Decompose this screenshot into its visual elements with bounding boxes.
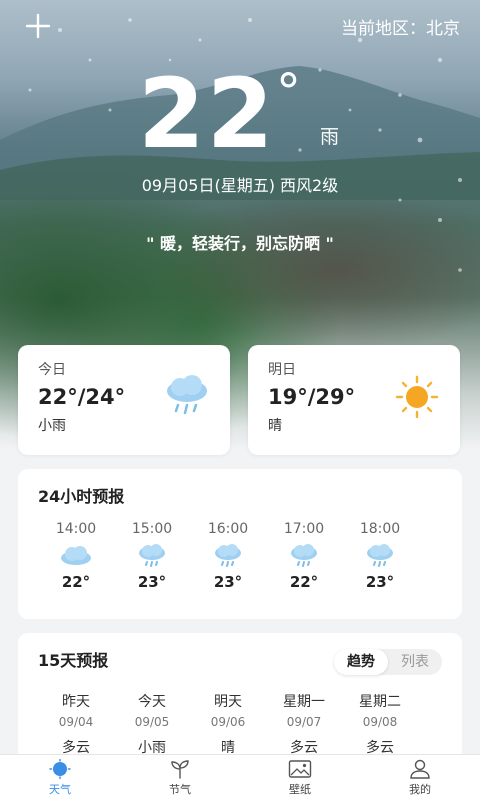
hourly-temp: 22°	[289, 573, 319, 591]
rain-cloud-icon	[215, 544, 241, 567]
nav-label: 节气	[169, 783, 191, 796]
tomorrow-condition: 晴	[268, 418, 282, 434]
hourly-time: 18:00	[359, 521, 401, 537]
hourly-time: 14:00	[55, 521, 97, 537]
nav-item-wallpaper[interactable]: 壁纸	[260, 759, 340, 797]
rain-drops-decoration	[28, 18, 462, 272]
fifteen-day-forecast-card: 15天预报 趋势 列表 昨天 09/04 多云 今天 09/05 小雨 明天 0…	[18, 633, 462, 763]
nav-label: 天气	[49, 783, 71, 796]
hourly-list[interactable]: 14:00 22° 15:00 23° 16:00 23° 17:00 22° …	[38, 521, 458, 611]
hourly-temp: 23°	[137, 573, 167, 591]
view-toggle: 趋势 列表	[334, 649, 442, 675]
hourly-time: 17:00	[283, 521, 325, 537]
today-temp-range: 22°/24°	[38, 385, 126, 409]
tomorrow-temp-range: 19°/29°	[268, 385, 356, 409]
today-card[interactable]: 今日 22°/24° 小雨	[18, 345, 230, 455]
nav-item-weather[interactable]: 天气	[20, 759, 100, 797]
image-icon	[288, 760, 312, 778]
day-date: 09/06	[210, 715, 246, 729]
hourly-item: 15:00 23°	[114, 521, 190, 591]
tomorrow-label: 明日	[268, 362, 296, 378]
nav-item-solar-terms[interactable]: 节气	[140, 759, 220, 797]
current-temperature: 22	[138, 58, 276, 170]
daily-item[interactable]: 星期一 09/07 多云	[266, 691, 342, 757]
sun-icon	[49, 759, 71, 779]
daily-item[interactable]: 明天 09/06 晴	[190, 691, 266, 757]
hourly-time: 16:00	[207, 521, 249, 537]
hourly-item: 14:00 22°	[38, 521, 114, 591]
today-label: 今日	[38, 362, 66, 378]
nav-label: 壁纸	[289, 783, 311, 796]
hourly-temp: 23°	[213, 573, 243, 591]
hourly-forecast-title: 24小时预报	[38, 487, 125, 506]
rain-cloud-icon	[291, 544, 317, 567]
day-name: 今天	[138, 694, 166, 710]
sprout-icon	[171, 760, 189, 779]
daily-item[interactable]: 星期二 09/08 多云	[342, 691, 418, 757]
degree-symbol: °	[276, 63, 301, 121]
hourly-item: 16:00 23°	[190, 521, 266, 591]
plus-icon[interactable]	[22, 10, 54, 42]
hourly-item: 18:00 23°	[342, 521, 418, 591]
day-date: 09/07	[286, 715, 322, 729]
day-name: 昨天	[62, 694, 90, 710]
daily-list[interactable]: 昨天 09/04 多云 今天 09/05 小雨 明天 09/06 晴 星期一 0…	[38, 691, 458, 761]
list-tab[interactable]: 列表	[388, 649, 442, 675]
cloud-icon	[61, 546, 91, 565]
rain-cloud-icon	[167, 375, 207, 415]
today-condition: 小雨	[38, 418, 66, 434]
fifteen-day-title: 15天预报	[38, 651, 109, 670]
day-name: 星期一	[283, 694, 325, 710]
nav-item-profile[interactable]: 我的	[380, 759, 460, 797]
current-region-label[interactable]: 当前地区：北京	[341, 14, 460, 39]
hourly-item: 17:00 22°	[266, 521, 342, 591]
bottom-navigation: 天气 节气 壁纸 我的	[0, 754, 480, 800]
hourly-temp: 23°	[365, 573, 395, 591]
trend-tab[interactable]: 趋势	[334, 649, 388, 675]
hourly-temp: 22°	[61, 573, 91, 591]
weather-tip: " 暖，轻装行，别忘防晒 "	[146, 234, 334, 253]
day-date: 09/05	[134, 715, 170, 729]
day-date: 09/08	[362, 715, 398, 729]
date-wind-line: 09月05日(星期五) 西风2级	[141, 176, 339, 195]
sun-icon	[395, 375, 439, 419]
tomorrow-card[interactable]: 明日 19°/29° 晴	[248, 345, 460, 455]
top-bar: 当前地区：北京	[0, 0, 480, 50]
hourly-time: 15:00	[131, 521, 173, 537]
day-name: 星期二	[359, 694, 401, 710]
daily-item[interactable]: 今天 09/05 小雨	[114, 691, 190, 757]
nav-label: 我的	[409, 783, 431, 796]
user-icon	[410, 759, 430, 779]
day-date: 09/04	[58, 715, 94, 729]
day-name: 明天	[214, 694, 242, 710]
rain-cloud-icon	[139, 544, 165, 567]
daily-item[interactable]: 昨天 09/04 多云	[38, 691, 114, 757]
hourly-forecast-card: 24小时预报 14:00 22° 15:00 23° 16:00 23° 17:…	[18, 469, 462, 619]
current-condition: 雨	[320, 126, 340, 148]
rain-cloud-icon	[367, 544, 393, 567]
